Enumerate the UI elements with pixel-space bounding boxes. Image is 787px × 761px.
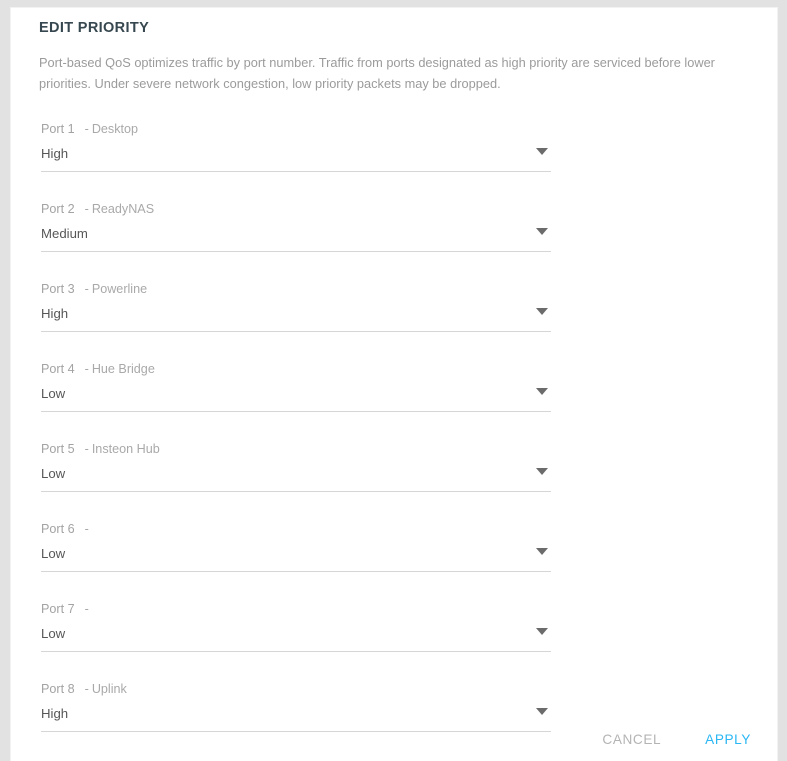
chevron-down-icon[interactable] — [536, 148, 548, 155]
port-label: Port 8- Uplink — [41, 682, 127, 696]
priority-select-value: High — [41, 306, 69, 321]
priority-select[interactable]: High — [41, 304, 551, 332]
priority-select-value: High — [41, 706, 69, 721]
device-name-label: ReadyNAS — [91, 202, 155, 216]
device-name-label: Hue Bridge — [91, 362, 155, 376]
device-name-label: Uplink — [91, 682, 127, 696]
page-title: EDIT PRIORITY — [39, 20, 150, 36]
port-row: Port 1- Desktop High — [39, 114, 551, 194]
priority-select[interactable]: Low — [41, 464, 551, 492]
label-separator: - — [84, 282, 89, 296]
priority-select[interactable]: Low — [41, 384, 551, 412]
priority-select-value: Low — [41, 466, 66, 481]
port-number-label: Port 5 — [41, 442, 75, 456]
chevron-down-icon[interactable] — [536, 228, 548, 235]
priority-select-value: Low — [41, 626, 66, 641]
port-priority-list: Port 1- Desktop High Port 2- ReadyNAS Medium P… — [39, 114, 551, 754]
panel-description: Port-based QoS optimizes traffic by port… — [39, 55, 715, 91]
label-separator: - — [84, 122, 89, 136]
port-label: Port 5- Insteon Hub — [41, 442, 160, 456]
label-separator: - — [84, 362, 89, 376]
label-separator: - — [84, 602, 89, 616]
port-label: Port 3- Powerline — [41, 282, 147, 296]
port-row: Port 2- ReadyNAS Medium — [39, 194, 551, 274]
port-number-label: Port 2 — [41, 202, 75, 216]
device-name-label: Powerline — [91, 282, 148, 296]
priority-select-value: High — [41, 146, 69, 161]
port-number-label: Port 6 — [41, 522, 75, 536]
label-separator: - — [84, 522, 89, 536]
priority-select[interactable]: High — [41, 704, 551, 732]
port-number-label: Port 1 — [41, 122, 75, 136]
port-number-label: Port 7 — [41, 602, 75, 616]
chevron-down-icon[interactable] — [536, 468, 548, 475]
chevron-down-icon[interactable] — [536, 388, 548, 395]
device-name-label: Desktop — [91, 122, 139, 136]
label-separator: - — [84, 202, 89, 216]
port-row: Port 7- Low — [39, 594, 551, 674]
port-number-label: Port 4 — [41, 362, 75, 376]
port-row: Port 6- Low — [39, 514, 551, 594]
priority-select-value: Low — [41, 546, 66, 561]
label-separator: - — [84, 442, 89, 456]
priority-select[interactable]: High — [41, 144, 551, 172]
port-row: Port 3- Powerline High — [39, 274, 551, 354]
port-number-label: Port 3 — [41, 282, 75, 296]
port-row: Port 8- Uplink High — [39, 674, 551, 754]
port-number-label: Port 8 — [41, 682, 75, 696]
priority-select[interactable]: Low — [41, 624, 551, 652]
port-row: Port 5- Insteon Hub Low — [39, 434, 551, 514]
chevron-down-icon[interactable] — [536, 628, 548, 635]
cancel-button[interactable]: CANCEL — [600, 728, 663, 751]
port-label: Port 4- Hue Bridge — [41, 362, 155, 376]
apply-button[interactable]: APPLY — [703, 728, 753, 751]
port-label: Port 1- Desktop — [41, 122, 138, 136]
dialog-actions: CANCEL APPLY — [600, 728, 753, 751]
port-label: Port 2- ReadyNAS — [41, 202, 154, 216]
priority-select[interactable]: Low — [41, 544, 551, 572]
edit-priority-panel: EDIT PRIORITY Port-based QoS optimizes t… — [11, 8, 777, 761]
priority-select-value: Low — [41, 386, 66, 401]
priority-select-value: Medium — [41, 226, 88, 241]
device-name-label: Insteon Hub — [91, 442, 160, 456]
priority-select[interactable]: Medium — [41, 224, 551, 252]
chevron-down-icon[interactable] — [536, 708, 548, 715]
port-label: Port 7- — [41, 602, 92, 616]
port-row: Port 4- Hue Bridge Low — [39, 354, 551, 434]
port-label: Port 6- — [41, 522, 92, 536]
chevron-down-icon[interactable] — [536, 308, 548, 315]
chevron-down-icon[interactable] — [536, 548, 548, 555]
label-separator: - — [84, 682, 89, 696]
